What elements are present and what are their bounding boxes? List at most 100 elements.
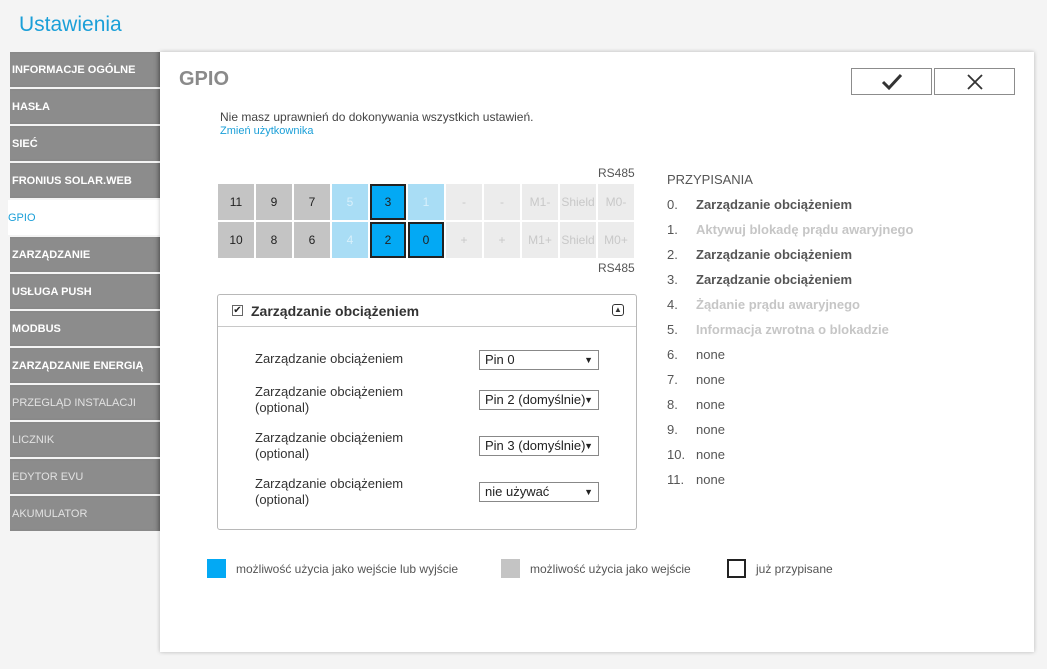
cancel-button[interactable] [934, 68, 1015, 95]
sidebar-item-edytor-evu[interactable]: EDYTOR EVU [10, 459, 160, 494]
form-row-label: Zarządzanie obciążeniem (optional) [255, 476, 404, 507]
close-icon [966, 73, 983, 90]
pin-m1-minus: M1- [522, 184, 558, 220]
assignment-number: 5. [667, 322, 678, 337]
sidebar-item-hasla[interactable]: HASŁA [10, 89, 160, 124]
assignment-text: none [696, 447, 725, 462]
pin-1[interactable]: 1 [408, 184, 444, 220]
pin-3[interactable]: 3 [370, 184, 406, 220]
pin-select-2[interactable]: Pin 3 (domyślnie) ▼ [479, 436, 599, 456]
pin-9[interactable]: 9 [256, 184, 292, 220]
sidebar-item-fronius-solar-web[interactable]: FRONIUS SOLAR.WEB [10, 163, 160, 198]
assignment-number: 1. [667, 222, 678, 237]
select-value: nie używać [485, 484, 550, 499]
gpio-panel: GPIO Nie masz uprawnień do dokonywania w… [160, 52, 1034, 652]
load-management-checkbox[interactable]: ✔ [232, 305, 243, 316]
sidebar-item-modbus[interactable]: MODBUS [10, 311, 160, 346]
legend-swatch-assigned [727, 559, 746, 578]
select-value: Pin 2 (domyślnie) [485, 392, 586, 407]
pin-0[interactable]: 0 [408, 222, 444, 258]
assignment-text: Zarządzanie obciążeniem [696, 272, 853, 287]
assignment-text: Zarządzanie obciążeniem [696, 197, 853, 212]
pin-8[interactable]: 8 [256, 222, 292, 258]
pin-minus-b: - [484, 184, 520, 220]
assignment-text: none [696, 472, 725, 487]
rs485-label-bottom: RS485 [598, 261, 635, 275]
load-management-box: ✔ Zarządzanie obciążeniem ▲ Zarządzanie … [217, 294, 637, 530]
pin-5[interactable]: 5 [332, 184, 368, 220]
save-button[interactable] [851, 68, 932, 95]
assignments-heading: PRZYPISANIA [667, 172, 753, 187]
assignment-text: Zarządzanie obciążeniem [696, 247, 853, 262]
form-row-2: Zarządzanie obciążeniem (optional) [255, 430, 455, 462]
assignment-item: 2. Zarządzanie obciążeniem [667, 247, 913, 272]
pin-m0-plus: M0+ [598, 222, 634, 258]
assignment-item: 6. none [667, 347, 913, 372]
load-management-title: Zarządzanie obciążeniem [251, 302, 420, 319]
assignment-text: Informacja zwrotna o blokadzie [696, 322, 889, 337]
legend-input: możliwość użycia jako wejście [501, 559, 691, 578]
assignment-item: 1. Aktywuj blokadę prądu awaryjnego [667, 222, 913, 247]
assignment-text: none [696, 422, 725, 437]
pin-row-top: 11 9 7 5 3 1 - - M1- Shield M0- [218, 184, 636, 220]
form-row-label: Zarządzanie obciążeniem (optional) [255, 430, 404, 461]
pin-7[interactable]: 7 [294, 184, 330, 220]
dropdown-arrow-icon: ▼ [584, 395, 593, 405]
legend-swatch-io [207, 559, 226, 578]
pin-shield-bottom: Shield [560, 222, 596, 258]
sidebar-item-akumulator[interactable]: AKUMULATOR [10, 496, 160, 531]
pin-grid: 11 9 7 5 3 1 - - M1- Shield M0- 10 8 6 4… [218, 184, 636, 260]
pin-6[interactable]: 6 [294, 222, 330, 258]
dropdown-arrow-icon: ▼ [584, 487, 593, 497]
assignment-item: 8. none [667, 397, 913, 422]
sidebar-item-gpio[interactable]: GPIO [8, 200, 160, 235]
pin-11[interactable]: 11 [218, 184, 254, 220]
sidebar-item-usluga-push[interactable]: USŁUGA PUSH [10, 274, 160, 309]
pin-4[interactable]: 4 [332, 222, 368, 258]
assignment-number: 0. [667, 197, 678, 212]
pin-select-3[interactable]: nie używać ▼ [479, 482, 599, 502]
page-title: GPIO [179, 68, 230, 90]
pin-plus-a: + [446, 222, 482, 258]
legend-text-io: możliwość użycia jako wejście lub wyjści… [236, 561, 459, 576]
change-user-link[interactable]: Zmień użytkownika [220, 125, 314, 137]
pin-10[interactable]: 10 [218, 222, 254, 258]
assignment-number: 2. [667, 247, 678, 262]
select-value: Pin 3 (domyślnie) [485, 438, 586, 453]
form-row-0: Zarządzanie obciążeniem [255, 351, 455, 367]
assignment-number: 6. [667, 347, 678, 362]
assignment-item: 10. none [667, 447, 913, 472]
sidebar-item-zarzadzanie[interactable]: ZARZĄDZANIE [10, 237, 160, 272]
assignment-text: Żądanie prądu awaryjnego [696, 297, 860, 312]
assignment-item: 7. none [667, 372, 913, 397]
pin-m0-minus: M0- [598, 184, 634, 220]
pin-2[interactable]: 2 [370, 222, 406, 258]
load-management-header: ✔ Zarządzanie obciążeniem ▲ [218, 295, 636, 327]
collapse-icon[interactable]: ▲ [612, 304, 624, 316]
form-row-3: Zarządzanie obciążeniem (optional) [255, 476, 455, 508]
sidebar-item-zarzadzanie-energia[interactable]: ZARZĄDZANIE ENERGIĄ [10, 348, 160, 383]
assignment-number: 4. [667, 297, 678, 312]
sidebar-item-informacje-ogolne[interactable]: INFORMACJE OGÓLNE [10, 52, 160, 87]
sidebar-item-licznik[interactable]: LICZNIK [10, 422, 160, 457]
sidebar-item-siec[interactable]: SIEĆ [10, 126, 160, 161]
assignment-text: none [696, 347, 725, 362]
form-row-label: Zarządzanie obciążeniem [255, 351, 404, 366]
sidebar-item-przeglad-instalacji[interactable]: PRZEGLĄD INSTALACJI [10, 385, 160, 420]
rs485-label-top: RS485 [598, 166, 635, 180]
select-value: Pin 0 [485, 352, 515, 367]
pin-select-1[interactable]: Pin 2 (domyślnie) ▼ [479, 390, 599, 410]
assignment-number: 7. [667, 372, 678, 387]
assignment-item: 9. none [667, 422, 913, 447]
legend-text-input: możliwość użycia jako wejście [530, 561, 691, 576]
assignment-item: 5. Informacja zwrotna o blokadzie [667, 322, 913, 347]
legend-swatch-input [501, 559, 520, 578]
assignment-number: 11. [667, 472, 685, 487]
assignment-number: 9. [667, 422, 678, 437]
pin-select-0[interactable]: Pin 0 ▼ [479, 350, 599, 370]
app-title: Ustawienia [19, 13, 122, 36]
assignment-item: 11. none [667, 472, 913, 497]
permission-notice: Nie masz uprawnień do dokonywania wszyst… [220, 110, 534, 124]
sidebar: INFORMACJE OGÓLNE HASŁA SIEĆ FRONIUS SOL… [8, 52, 160, 533]
assignment-item: 3. Zarządzanie obciążeniem [667, 272, 913, 297]
